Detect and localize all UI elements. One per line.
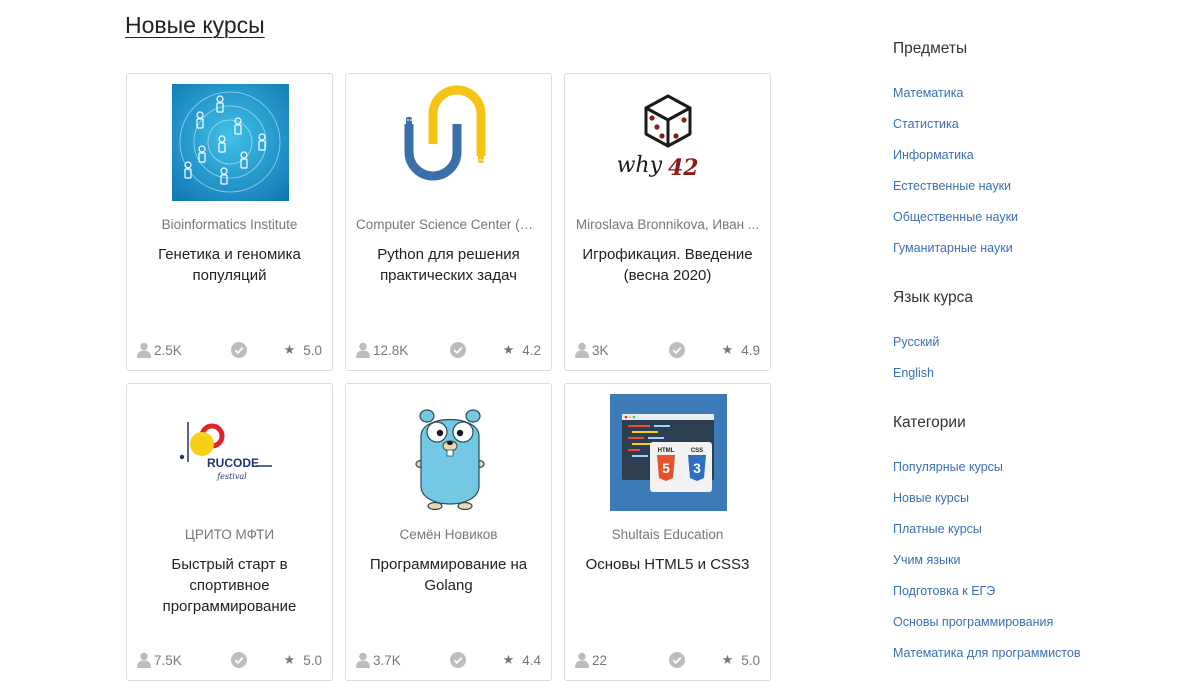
star-icon: ★ (502, 652, 515, 667)
course-card[interactable]: Семён Новиков Программирование на Golang… (345, 383, 552, 681)
course-title[interactable]: Python для решения практических задач (358, 244, 539, 286)
category-link-new[interactable]: Новые курсы (893, 491, 969, 505)
learners-value: 3.7K (373, 652, 401, 668)
certificate-check-icon (450, 652, 466, 668)
categories-heading: Категории (893, 414, 966, 431)
course-footer: 3.7K ★ 4.4 (356, 652, 541, 670)
user-icon (356, 652, 370, 668)
learners-count: 2.5K (137, 342, 182, 358)
rating-value: 4.4 (522, 652, 541, 668)
learners-count: 3K (575, 342, 609, 358)
population-genetics-cover (172, 84, 289, 201)
svg-text:RUCODE: RUCODE (207, 456, 259, 470)
rating-value: 5.0 (303, 652, 322, 668)
course-footer: 22 ★ 5.0 (575, 652, 760, 670)
course-author[interactable]: Computer Science Center (CS... (356, 217, 541, 232)
category-link-math-for-programmers[interactable]: Математика для программистов (893, 646, 1080, 660)
rucode-festival-logo: RUCODE festival (179, 422, 272, 481)
learners-value: 22 (592, 652, 608, 668)
course-author[interactable]: Shultais Education (575, 527, 760, 542)
learners-count: 22 (575, 652, 607, 668)
certificate-check-icon (231, 652, 247, 668)
course-title[interactable]: Генетика и геномика популяций (139, 244, 320, 286)
course-footer: 7.5K ★ 5.0 (137, 652, 322, 670)
course-rating: ★ 4.2 (503, 342, 541, 358)
svg-text:5: 5 (662, 460, 670, 476)
subject-link-social-sciences[interactable]: Общественные науки (893, 210, 1018, 224)
rating-value: 5.0 (303, 342, 322, 358)
rating-value: 4.2 (522, 342, 541, 358)
user-icon (356, 342, 370, 358)
star-icon: ★ (721, 342, 734, 357)
svg-text:why: why (617, 153, 663, 178)
course-rating: ★ 4.9 (722, 342, 760, 358)
course-author[interactable]: ЦРИТО МФТИ (137, 527, 322, 542)
star-icon: ★ (721, 652, 734, 667)
svg-text:3: 3 (693, 460, 701, 476)
course-footer: 12.8K ★ 4.2 (356, 342, 541, 360)
svg-text:CSS: CSS (691, 448, 703, 454)
rating-value: 5.0 (741, 652, 760, 668)
dice-why42-cover: why 42 (617, 94, 699, 181)
category-link-paid[interactable]: Платные курсы (893, 522, 982, 536)
course-rating: ★ 5.0 (284, 342, 322, 358)
svg-text:HTML: HTML (658, 448, 675, 454)
category-link-popular[interactable]: Популярные курсы (893, 460, 1003, 474)
course-title[interactable]: Игрофикация. Введение (весна 2020) (577, 244, 758, 286)
course-author[interactable]: Miroslava Bronnikova, Иван ... (575, 217, 760, 232)
subject-link-natural-sciences[interactable]: Естественные науки (893, 179, 1011, 193)
svg-text:42: 42 (668, 155, 699, 181)
learners-value: 3K (592, 342, 609, 358)
subjects-heading: Предметы (893, 40, 968, 57)
learners-count: 12.8K (356, 342, 408, 358)
course-author[interactable]: Bioinformatics Institute (137, 217, 322, 232)
language-link-russian[interactable]: Русский (893, 335, 939, 349)
user-icon (137, 342, 151, 358)
star-icon: ★ (502, 342, 515, 357)
learners-count: 7.5K (137, 652, 182, 668)
python-snake-cover (404, 85, 486, 181)
user-icon (575, 342, 589, 358)
rating-value: 4.9 (741, 342, 760, 358)
category-link-programming-basics[interactable]: Основы программирования (893, 615, 1053, 629)
course-title[interactable]: Основы HTML5 и CSS3 (577, 554, 758, 575)
course-title[interactable]: Программирование на Golang (358, 554, 539, 596)
certificate-check-icon (669, 342, 685, 358)
certificate-check-icon (231, 342, 247, 358)
certificate-check-icon (669, 652, 685, 668)
subject-link-informatics[interactable]: Информатика (893, 148, 974, 162)
svg-text:festival: festival (216, 472, 247, 481)
course-title[interactable]: Быстрый старт в спортивное программирова… (139, 554, 320, 617)
certificate-check-icon (450, 342, 466, 358)
course-rating: ★ 4.4 (503, 652, 541, 668)
category-link-languages[interactable]: Учим языки (893, 553, 960, 567)
course-card[interactable]: RUCODE festival ЦРИТО МФТИ Быстрый старт… (126, 383, 333, 681)
course-card[interactable]: Computer Science Center (CS... Python дл… (345, 73, 552, 371)
language-link-english[interactable]: English (893, 366, 934, 380)
language-heading: Язык курса (893, 289, 974, 306)
learners-count: 3.7K (356, 652, 401, 668)
star-icon: ★ (283, 342, 296, 357)
golang-gopher-cover (415, 409, 485, 511)
subject-link-math[interactable]: Математика (893, 86, 963, 100)
html5-css3-cover: HTML CSS 5 3 (610, 394, 727, 511)
course-card[interactable]: Bioinformatics Institute Генетика и гено… (126, 73, 333, 371)
course-footer: 3K ★ 4.9 (575, 342, 760, 360)
course-rating: ★ 5.0 (722, 652, 760, 668)
user-icon (137, 652, 151, 668)
user-icon (575, 652, 589, 668)
course-footer: 2.5K ★ 5.0 (137, 342, 322, 360)
learners-value: 2.5K (154, 342, 182, 358)
course-author[interactable]: Семён Новиков (356, 527, 541, 542)
learners-value: 12.8K (373, 342, 409, 358)
subject-link-humanities[interactable]: Гуманитарные науки (893, 241, 1013, 255)
learners-value: 7.5K (154, 652, 182, 668)
page-title[interactable]: Новые курсы (125, 12, 265, 39)
course-card[interactable]: why 42 Miroslava Bronnikova, Иван ... Иг… (564, 73, 771, 371)
star-icon: ★ (283, 652, 296, 667)
subject-link-statistics[interactable]: Статистика (893, 117, 959, 131)
category-link-ege-prep[interactable]: Подготовка к ЕГЭ (893, 584, 995, 598)
course-rating: ★ 5.0 (284, 652, 322, 668)
course-card[interactable]: HTML CSS 5 3 Shultais Education Основы H… (564, 383, 771, 681)
